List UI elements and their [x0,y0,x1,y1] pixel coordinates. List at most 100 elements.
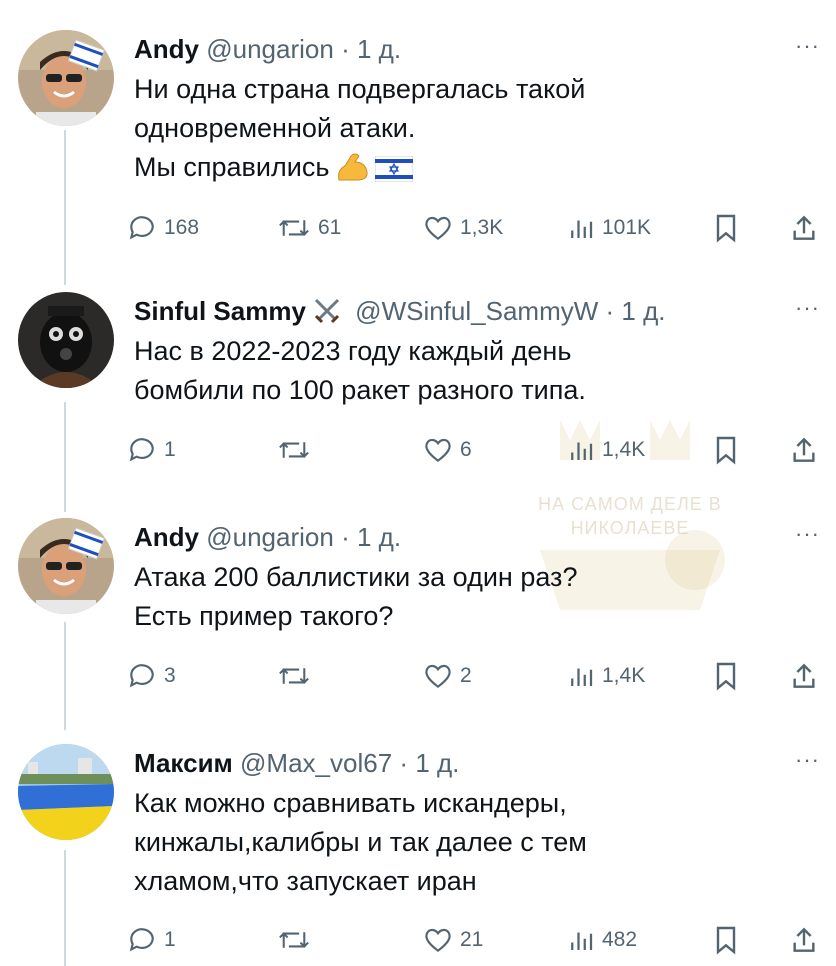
tweet-actions: 1 21 482 [126,922,826,958]
avatar[interactable] [18,518,114,614]
bookmark-icon [716,214,736,243]
timestamp[interactable]: 1 д. [357,522,401,552]
author-handle[interactable]: @WSinful_SammyW [355,296,598,326]
tweet-text: Ни одна страна подвергалась такой одновр… [134,70,806,193]
share-button[interactable] [790,432,824,468]
reply-button[interactable]: 168 [126,210,199,246]
tweet-header: Sinful Sammy @WSinful_SammyW · 1 д. [134,294,776,332]
timestamp[interactable]: 1 д. [357,34,401,64]
share-button[interactable] [790,922,824,958]
tweet-header: Andy @ungarion · 1 д. [134,32,776,66]
author-name[interactable]: Sinful Sammy [134,296,306,326]
like-button[interactable]: 21 [422,922,483,958]
views-icon [571,932,593,950]
views-count: 101K [602,216,652,239]
avatar[interactable] [18,744,114,840]
heart-icon [425,216,451,241]
author-handle[interactable]: @Max_vol67 [240,748,392,778]
views-button[interactable]: 482 [566,922,637,958]
bookmark-button[interactable] [712,210,746,246]
heart-icon [425,664,451,689]
views-icon [571,442,593,460]
repost-button[interactable]: 61 [276,210,341,246]
bookmark-icon [716,926,736,955]
separator: · [605,296,615,326]
tweet-header: Andy @ungarion · 1 д. [134,520,776,554]
bookmark-button[interactable] [712,658,746,694]
tweet-header: Максим @Max_vol67 · 1 д. [134,746,776,780]
reply-count: 168 [164,216,200,239]
share-icon [793,437,815,462]
like-button[interactable]: 2 [422,658,472,694]
reply-icon [129,928,154,952]
repost-icon [279,442,309,458]
reply-icon [129,438,154,462]
repost-icon [279,932,309,948]
like-count: 1,3K [460,216,504,239]
tweet[interactable]: Sinful Sammy @WSinful_SammyW · 1 д. ··· … [0,292,836,482]
more-options-icon[interactable]: ··· [795,523,820,545]
bookmark-button[interactable] [712,922,746,958]
like-count: 6 [460,438,472,461]
author-name[interactable]: Andy [134,34,199,64]
repost-icon [279,220,309,236]
tweet-actions: 3 2 1,4K [126,658,826,694]
tweet-actions: 168 61 1,3K 101K [126,210,826,246]
views-icon [571,220,593,238]
reply-button[interactable]: 1 [126,432,176,468]
avatar[interactable] [18,30,114,126]
share-button[interactable] [790,658,824,694]
heart-icon [425,928,451,953]
author-handle[interactable]: @ungarion [206,34,334,64]
heart-icon [425,438,451,463]
views-count: 1,4K [602,438,646,461]
tweet-text: Нас в 2022-2023 году каждый день бомбили… [134,336,586,405]
separator: · [341,522,350,552]
separator: · [399,748,409,778]
tweet-actions: 1 6 1,4K [126,432,826,468]
bookmark-icon [716,436,736,465]
tweet-text: Как можно сравнивать искандеры, кинжалы,… [134,788,587,896]
reply-button[interactable]: 1 [126,922,176,958]
israel-flag-icon [374,154,414,193]
views-count: 1,4K [602,664,646,687]
repost-icon [279,668,309,684]
reply-button[interactable]: 3 [126,658,176,694]
repost-count: 61 [318,216,342,239]
share-button[interactable] [790,210,824,246]
timestamp[interactable]: 1 д. [621,296,665,326]
repost-button[interactable] [276,432,318,468]
bookmark-icon [716,662,736,691]
tweet[interactable]: Andy @ungarion · 1 д. ··· Ни одна страна… [0,30,836,270]
reply-count: 3 [164,664,176,687]
views-button[interactable]: 1,4K [566,658,645,694]
more-options-icon[interactable]: ··· [795,749,820,771]
tweet[interactable]: Максим @Max_vol67 · 1 д. ··· Как можно с… [0,744,836,966]
crossed-swords-icon [312,296,342,332]
share-icon [793,663,815,688]
timestamp[interactable]: 1 д. [415,748,459,778]
tweet[interactable]: Andy @ungarion · 1 д. ··· Атака 200 балл… [0,518,836,708]
like-count: 2 [460,664,472,687]
avatar[interactable] [18,292,114,388]
more-options-icon[interactable]: ··· [795,35,820,57]
repost-button[interactable] [276,922,318,958]
flexed-biceps-icon [335,150,369,193]
author-handle[interactable]: @ungarion [206,522,334,552]
more-options-icon[interactable]: ··· [795,297,820,319]
like-button[interactable]: 6 [422,432,472,468]
tweet-text: Атака 200 баллистики за один раз? Есть п… [134,562,578,631]
like-count: 21 [460,928,484,951]
repost-button[interactable] [276,658,318,694]
views-button[interactable]: 1,4K [566,432,645,468]
reply-count: 1 [164,438,176,461]
views-button[interactable]: 101K [566,210,651,246]
views-icon [571,668,593,686]
views-count: 482 [602,928,638,951]
reply-count: 1 [164,928,176,951]
reply-icon [129,664,154,688]
like-button[interactable]: 1,3K [422,210,503,246]
author-name[interactable]: Andy [134,522,199,552]
author-name[interactable]: Максим [134,748,233,778]
bookmark-button[interactable] [712,432,746,468]
